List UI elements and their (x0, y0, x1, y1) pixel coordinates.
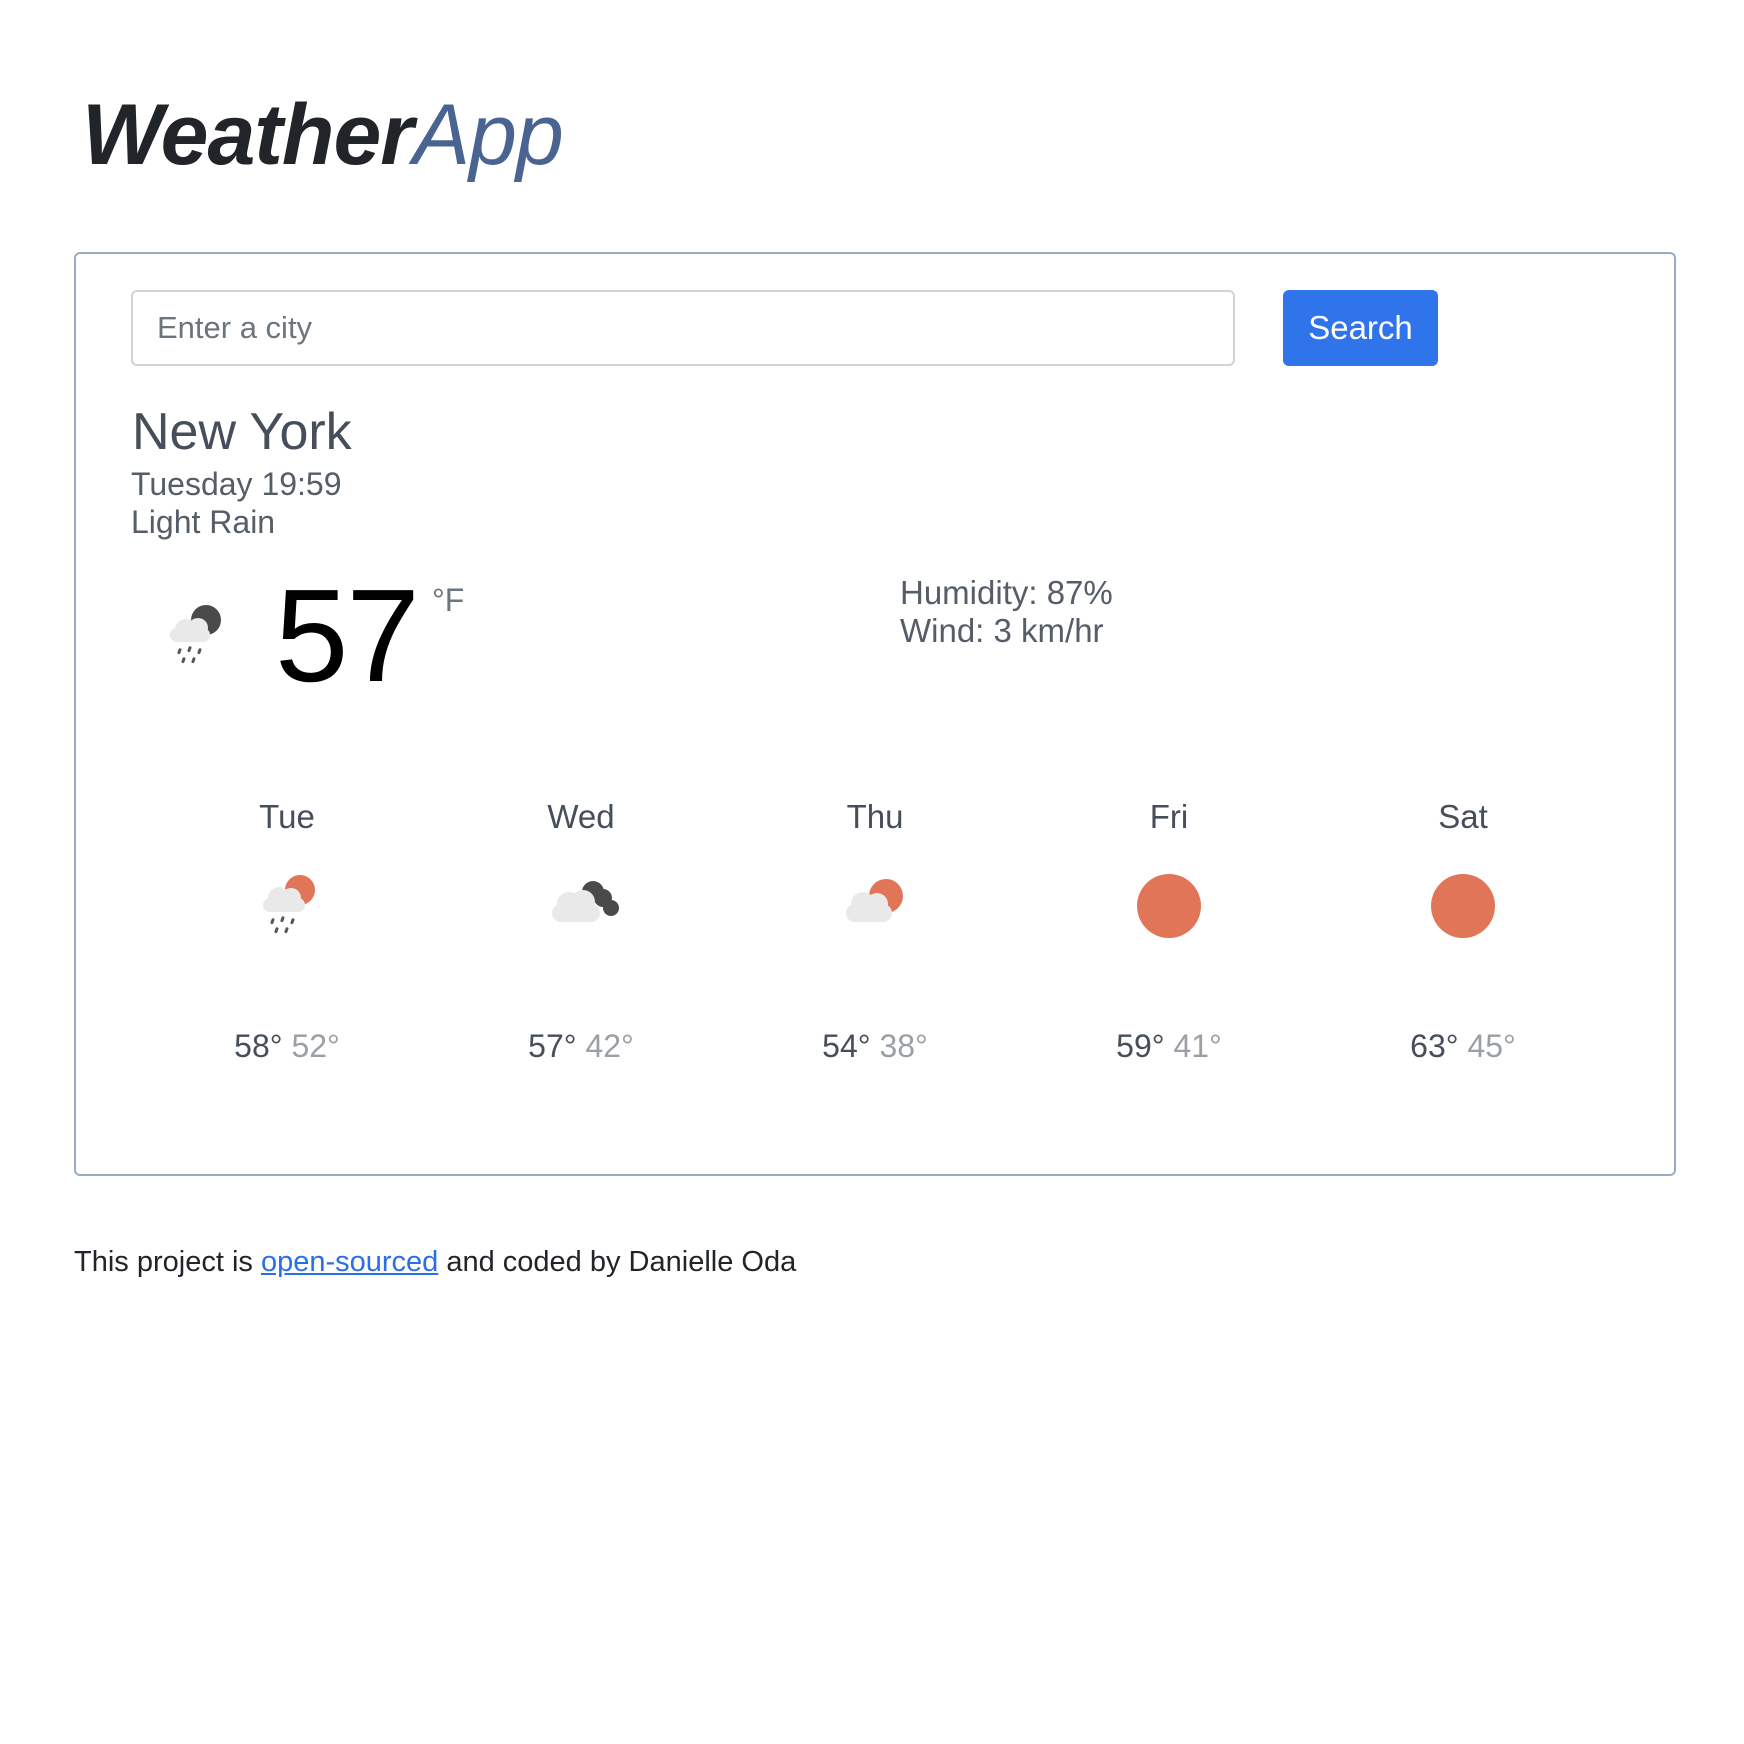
sun-icon (1137, 874, 1201, 938)
rain-sun-icon (263, 875, 315, 934)
search-button[interactable]: Search (1283, 290, 1438, 366)
forecast-min: 38° (879, 1028, 928, 1064)
forecast-day: Thu 54° 38° (775, 800, 975, 1062)
current-temperature: 57 (275, 562, 420, 709)
footer-prefix: This project is (74, 1246, 253, 1278)
city-name: New York (132, 403, 352, 461)
forecast-min: 45° (1467, 1028, 1516, 1064)
forecast-temps: 63° 45° (1363, 1030, 1563, 1062)
forecast-max: 54° (822, 1028, 871, 1064)
weather-page: WeatherApp Search New York Tuesday 19:59… (0, 0, 1744, 1744)
city-search-input[interactable] (131, 290, 1235, 366)
forecast-day-name: Fri (1149, 798, 1189, 835)
logo-light: App (412, 87, 564, 183)
forecast-max: 63° (1410, 1028, 1459, 1064)
forecast-max: 57° (528, 1028, 577, 1064)
cloudy-night-icon (552, 881, 619, 922)
forecast-day: Tue 58° 52° (187, 800, 387, 1062)
humidity: Humidity: 87% (900, 574, 1113, 611)
forecast-temps: 54° 38° (775, 1030, 975, 1062)
wind: Wind: 3 km/hr (900, 612, 1104, 649)
forecast-temps: 59° 41° (1069, 1030, 1269, 1062)
forecast-day: Wed 57° 42° (481, 800, 681, 1062)
app-logo: WeatherApp (82, 92, 564, 178)
forecast-max: 59° (1116, 1028, 1165, 1064)
open-source-link[interactable]: open-sourced (261, 1246, 438, 1278)
forecast-temps: 57° 42° (481, 1030, 681, 1062)
current-datetime: Tuesday 19:59 (131, 466, 342, 502)
forecast-day-name: Wed (547, 798, 615, 835)
forecast-min: 41° (1173, 1028, 1222, 1064)
logo-bold: Weather (82, 87, 414, 183)
forecast-day-name: Tue (259, 798, 315, 835)
forecast-day-name: Sat (1438, 798, 1488, 835)
forecast-temps: 58° 52° (187, 1030, 387, 1062)
forecast-day: Fri 59° 41° (1069, 800, 1269, 1062)
weather-description: Light Rain (131, 504, 276, 540)
temperature-unit[interactable]: °F (432, 584, 464, 616)
footer-suffix: and coded by Danielle Oda (446, 1246, 797, 1278)
forecast-min: 52° (291, 1028, 340, 1064)
forecast-day: Sat 63° 45° (1363, 800, 1563, 1062)
forecast-max: 58° (234, 1028, 283, 1064)
partly-cloudy-icon (846, 879, 903, 922)
rain-night-icon (170, 605, 221, 664)
sun-icon (1431, 874, 1495, 938)
forecast-min: 42° (585, 1028, 634, 1064)
forecast-day-name: Thu (846, 798, 904, 835)
footer: This project is open-sourced and coded b… (74, 1246, 796, 1279)
